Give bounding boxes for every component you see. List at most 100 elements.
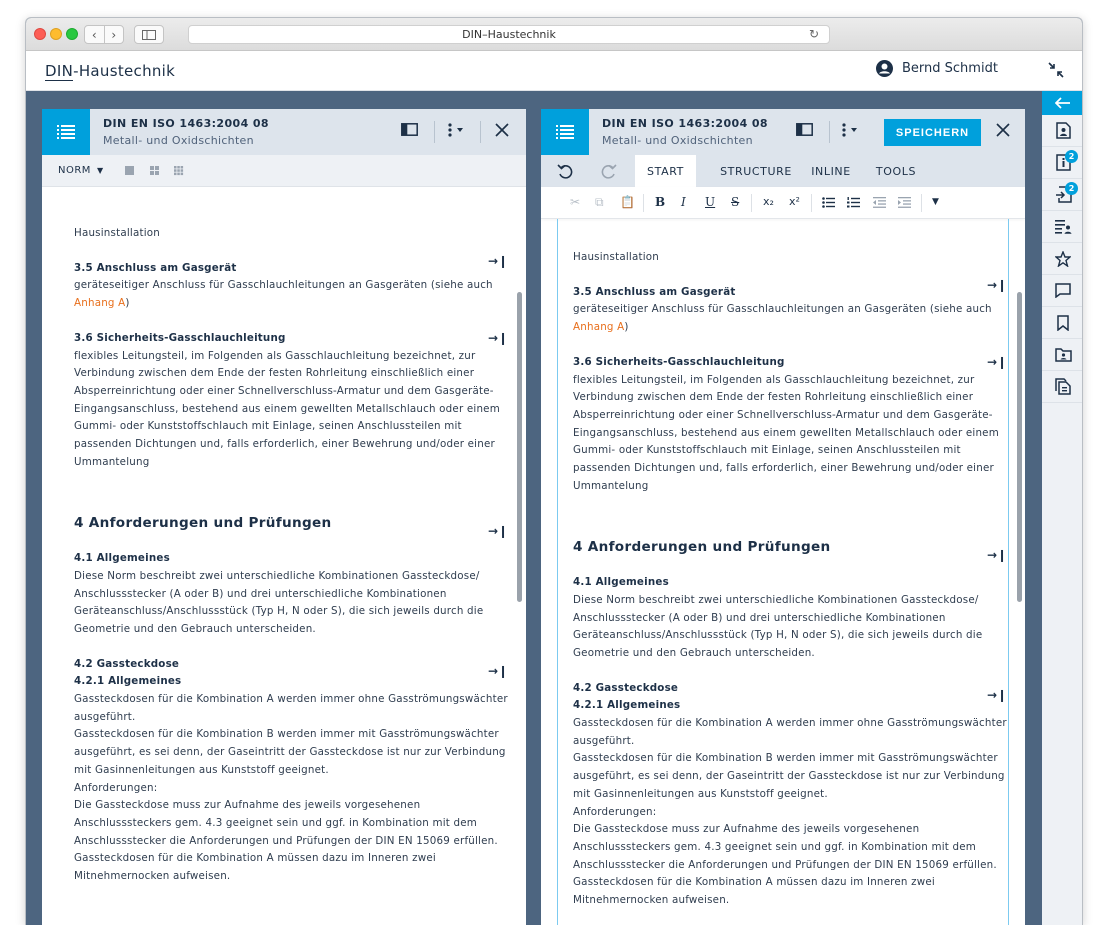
section-text: mit Gasinnenleitungen aus Kunststoff gee…	[74, 763, 329, 776]
jump-to-section-icon[interactable]: →❙	[488, 664, 508, 678]
close-document-icon[interactable]	[495, 123, 509, 137]
section-text: Anschlusssteckers gem. 4.3 geeignet sein…	[74, 816, 477, 829]
annex-link[interactable]: Anhang A	[74, 297, 125, 309]
bullet-list-icon[interactable]	[822, 197, 835, 208]
copy-icon[interactable]: ⧉	[595, 195, 604, 210]
scrollbar-thumb[interactable]	[517, 292, 522, 602]
close-window-button[interactable]	[34, 28, 46, 40]
toolbar-separator	[921, 194, 922, 212]
folder-user-icon[interactable]	[1042, 339, 1082, 371]
more-options-icon[interactable]	[841, 123, 859, 137]
toc-icon[interactable]	[541, 109, 589, 155]
section-text: Gassteckdosen für die Kombination B werd…	[74, 728, 499, 741]
section-text: Anforderungen:	[74, 781, 158, 794]
grid-view-icon[interactable]	[150, 166, 160, 176]
section-text: Gassteckdosen für die Kombination A müss…	[74, 852, 436, 865]
dense-grid-view-icon[interactable]	[174, 166, 184, 176]
document-subtitle: Metall- und Oxidschichten	[103, 134, 254, 147]
star-icon[interactable]	[1042, 243, 1082, 275]
document-panel-right: DIN EN ISO 1463:2004 08 Metall- und Oxid…	[541, 109, 1025, 925]
collapse-icon[interactable]	[1048, 62, 1064, 78]
jump-to-section-icon[interactable]: →❙	[987, 355, 1007, 369]
redo-icon[interactable]	[595, 155, 623, 187]
intro-text: Hausinstallation	[74, 227, 160, 239]
jump-to-section-icon[interactable]: →❙	[488, 524, 508, 538]
comment-icon[interactable]	[1042, 275, 1082, 307]
undo-icon[interactable]	[551, 155, 579, 187]
section-text: Gummi- oder Kunststoffschlauch mit Einla…	[573, 444, 961, 457]
document-user-icon[interactable]	[1042, 115, 1082, 147]
indent-icon[interactable]	[898, 197, 911, 208]
section-text: Geräteanschluss/Anschlussstück (Typ H, N…	[573, 629, 983, 642]
address-bar[interactable]: DIN–Haustechnik ↻	[188, 25, 830, 44]
close-document-icon[interactable]	[996, 123, 1010, 137]
intro-text: Hausinstallation	[573, 251, 659, 263]
numbered-list-icon[interactable]	[847, 197, 860, 208]
annex-link[interactable]: Anhang A	[573, 321, 624, 333]
tab-tools[interactable]: TOOLS	[866, 155, 926, 187]
sidebar-toggle-icon[interactable]	[134, 25, 164, 44]
bold-button[interactable]: B	[655, 195, 665, 209]
section-text: Gummi- oder Kunststoffschlauch mit Einla…	[74, 420, 462, 433]
section-text: Die Gassteckdose muss zur Aufnahme des j…	[573, 823, 920, 836]
list-user-icon[interactable]	[1042, 211, 1082, 243]
paste-icon[interactable]: 📋	[620, 195, 635, 209]
section-title: 4.2 Gassteckdose	[573, 681, 679, 694]
document-copy-icon[interactable]	[1042, 371, 1082, 403]
document-header: DIN EN ISO 1463:2004 08 Metall- und Oxid…	[42, 109, 526, 155]
jump-to-section-icon[interactable]: →❙	[987, 278, 1007, 292]
cut-icon[interactable]: ✂	[570, 195, 580, 209]
section-text: Gassteckdosen für die Kombination A werd…	[573, 717, 1007, 730]
jump-to-section-icon[interactable]: →❙	[488, 254, 508, 268]
bookmark-icon[interactable]	[1042, 307, 1082, 339]
save-button[interactable]: SPEICHERN	[884, 119, 981, 146]
tab-inline[interactable]: INLINE	[806, 155, 856, 187]
norm-dropdown[interactable]: NORM ▼	[58, 165, 104, 176]
section-text: ausgeführt, es sei denn, der Gaseintritt…	[74, 746, 506, 759]
document-info-icon[interactable]: 2	[1042, 147, 1082, 179]
section-text: geräteseitiger Anschluss für Gasschlauch…	[573, 303, 992, 316]
back-icon[interactable]: ‹	[85, 26, 105, 43]
document-content[interactable]: Hausinstallation 3.5 Anschluss am Gasger…	[573, 249, 1007, 910]
header-separator	[829, 121, 830, 143]
section-text: Absperreinrichtung oder einer Schnellver…	[74, 384, 494, 397]
user-menu[interactable]: Bernd Schmidt	[876, 60, 998, 77]
jump-to-section-icon[interactable]: →❙	[488, 331, 508, 345]
section-text: Ummantelung	[573, 479, 649, 492]
toc-icon[interactable]	[42, 109, 90, 155]
jump-to-section-icon[interactable]: →❙	[987, 688, 1007, 702]
split-view-icon[interactable]	[796, 123, 813, 136]
superscript-button[interactable]: x²	[789, 195, 800, 208]
subscript-button[interactable]: x₂	[763, 195, 774, 208]
section-title: 3.6 Sicherheits-Gasschlauchleitung	[74, 331, 286, 344]
section-text: Die Gassteckdose muss zur Aufnahme des j…	[74, 799, 421, 812]
more-options-icon[interactable]	[447, 123, 465, 137]
forward-icon[interactable]: ›	[105, 26, 124, 43]
chapter-title: 4 Anforderungen und Prüfungen	[74, 515, 332, 532]
reload-icon[interactable]: ↻	[809, 27, 819, 41]
jump-to-section-icon[interactable]: →❙	[987, 548, 1007, 562]
section-text: Eingangsanschluss, bestehend aus einem g…	[74, 402, 500, 415]
scrollbar-thumb[interactable]	[1017, 292, 1022, 602]
section-text: Anschlussstecker die Anforderungen und P…	[573, 858, 997, 871]
strikethrough-button[interactable]: S	[731, 195, 739, 209]
tab-start[interactable]: START	[635, 155, 696, 187]
format-toolbar: ✂ ⧉ 📋 B I U S x₂ x² ▼	[541, 187, 1025, 219]
collapse-rail-arrow-icon[interactable]	[1042, 91, 1082, 115]
section-text: Diese Norm beschreibt zwei unterschiedli…	[573, 593, 979, 606]
maximize-window-button[interactable]	[66, 28, 78, 40]
minimize-window-button[interactable]	[50, 28, 62, 40]
more-tools-dropdown-icon[interactable]: ▼	[932, 197, 939, 207]
outdent-icon[interactable]	[873, 197, 886, 208]
document-content: Hausinstallation 3.5 Anschluss am Gasger…	[74, 225, 508, 886]
document-panel-left: DIN EN ISO 1463:2004 08 Metall- und Oxid…	[42, 109, 526, 925]
section-text: passenden Dichtungen und, falls erforder…	[74, 438, 495, 451]
underline-button[interactable]: U	[705, 195, 715, 209]
tab-structure[interactable]: STRUCTURE	[706, 155, 806, 187]
document-export-icon[interactable]: 2	[1042, 179, 1082, 211]
single-view-icon[interactable]	[125, 166, 135, 176]
brand-logo[interactable]: DIN-Haustechnik	[45, 62, 175, 81]
section-text: Geräteanschluss/Anschlussstück (Typ H, N…	[74, 605, 484, 618]
split-view-icon[interactable]	[401, 123, 418, 136]
italic-button[interactable]: I	[681, 195, 686, 209]
